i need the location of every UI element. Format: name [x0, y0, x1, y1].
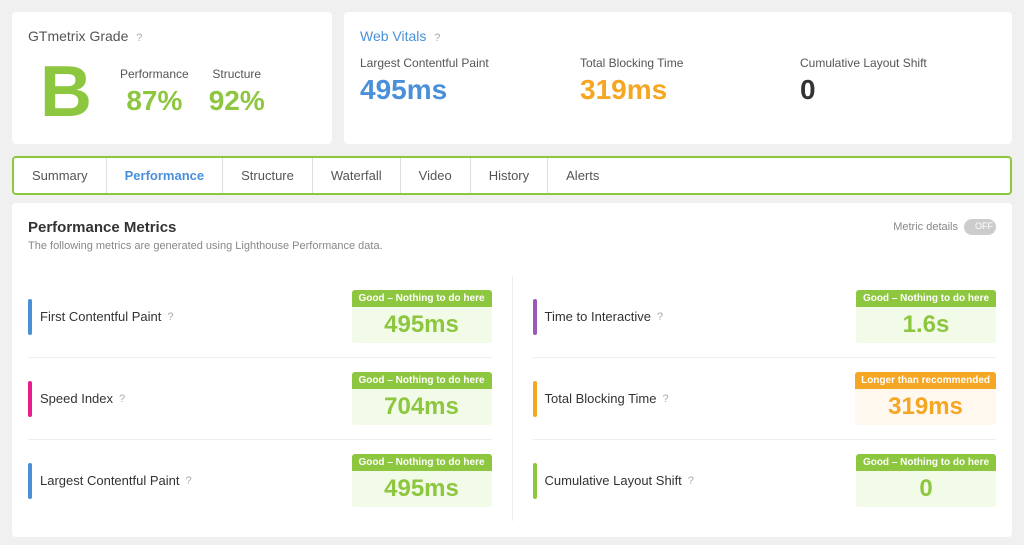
metric-left-group: Cumulative Layout Shift ? [533, 463, 694, 499]
metric-help-icon[interactable]: ? [688, 475, 694, 487]
metric-help-icon[interactable]: ? [663, 393, 669, 405]
metric-name: Total Blocking Time ? [545, 391, 669, 406]
metric-left-group: Time to Interactive ? [533, 299, 664, 335]
metric-bar [28, 299, 32, 335]
metric-name: Speed Index ? [40, 391, 125, 406]
metric-value: 495ms [352, 307, 492, 343]
section-subtitle: The following metrics are generated usin… [28, 240, 383, 252]
tab-waterfall[interactable]: Waterfall [313, 158, 401, 193]
vitals-section-title: Web Vitals ? [360, 28, 996, 44]
performance-label: Performance [120, 67, 189, 81]
lcp-label: Largest Contentful Paint [360, 56, 556, 70]
metric-value: 0 [856, 471, 996, 507]
tab-alerts[interactable]: Alerts [548, 158, 617, 193]
metric-row: Speed Index ? Good – Nothing to do here … [28, 358, 492, 440]
section-title: Performance Metrics [28, 219, 383, 236]
lcp-value: 495ms [360, 74, 556, 106]
tab-summary[interactable]: Summary [14, 158, 107, 193]
right-metrics-col: Time to Interactive ? Good – Nothing to … [512, 276, 997, 521]
performance-value: 87% [120, 85, 189, 117]
metric-value: 1.6s [856, 307, 996, 343]
metric-left-group: Total Blocking Time ? [533, 381, 669, 417]
metric-status-label: Good – Nothing to do here [352, 290, 492, 307]
cls-value: 0 [800, 74, 996, 106]
tab-history[interactable]: History [471, 158, 548, 193]
tab-performance[interactable]: Performance [107, 158, 223, 193]
metric-status-label: Good – Nothing to do here [352, 372, 492, 389]
metric-status-label: Good – Nothing to do here [856, 290, 996, 307]
metrics-grid: First Contentful Paint ? Good – Nothing … [28, 276, 996, 521]
tab-structure[interactable]: Structure [223, 158, 313, 193]
metric-value-box: Good – Nothing to do here 1.6s [856, 290, 996, 343]
metric-bar [533, 381, 537, 417]
metric-value-box: Longer than recommended 319ms [855, 372, 996, 425]
metric-name: Largest Contentful Paint ? [40, 473, 192, 488]
metric-row: Total Blocking Time ? Longer than recomm… [533, 358, 997, 440]
metric-details-label: Metric details [893, 221, 958, 233]
metric-toggle: Metric details [893, 219, 996, 235]
metric-name: Cumulative Layout Shift ? [545, 473, 694, 488]
metric-bar [28, 463, 32, 499]
metric-help-icon[interactable]: ? [119, 393, 125, 405]
vitals-help-icon[interactable]: ? [434, 32, 440, 44]
left-metrics-col: First Contentful Paint ? Good – Nothing … [28, 276, 492, 521]
toggle-switch[interactable] [964, 219, 996, 235]
tbt-label: Total Blocking Time [580, 56, 776, 70]
metric-bar [533, 299, 537, 335]
metric-bar [28, 381, 32, 417]
metric-value-box: Good – Nothing to do here 495ms [352, 290, 492, 343]
grade-help-icon[interactable]: ? [136, 32, 142, 44]
metric-help-icon[interactable]: ? [185, 475, 191, 487]
structure-value: 92% [209, 85, 265, 117]
cls-label: Cumulative Layout Shift [800, 56, 996, 70]
metric-name: First Contentful Paint ? [40, 309, 174, 324]
performance-content: Performance Metrics The following metric… [12, 203, 1012, 537]
metric-status-label: Good – Nothing to do here [352, 454, 492, 471]
metric-value: 704ms [352, 389, 492, 425]
metric-bar [533, 463, 537, 499]
metric-row: Time to Interactive ? Good – Nothing to … [533, 276, 997, 358]
metric-status-label: Longer than recommended [855, 372, 996, 389]
metric-left-group: Speed Index ? [28, 381, 125, 417]
metric-value: 495ms [352, 471, 492, 507]
grade-section-title: GTmetrix Grade ? [28, 28, 265, 44]
metric-row: First Contentful Paint ? Good – Nothing … [28, 276, 492, 358]
metric-value: 319ms [855, 389, 996, 425]
metric-help-icon[interactable]: ? [167, 311, 173, 323]
metric-value-box: Good – Nothing to do here 704ms [352, 372, 492, 425]
metric-left-group: First Contentful Paint ? [28, 299, 174, 335]
tabs-container: SummaryPerformanceStructureWaterfallVide… [12, 156, 1012, 195]
grade-letter: B [28, 56, 104, 128]
metric-help-icon[interactable]: ? [657, 311, 663, 323]
metric-name: Time to Interactive ? [545, 309, 664, 324]
metric-status-label: Good – Nothing to do here [856, 454, 996, 471]
tab-video[interactable]: Video [401, 158, 471, 193]
metric-value-box: Good – Nothing to do here 495ms [352, 454, 492, 507]
tbt-value: 319ms [580, 74, 776, 106]
metric-value-box: Good – Nothing to do here 0 [856, 454, 996, 507]
structure-label: Structure [209, 67, 265, 81]
tabs-nav: SummaryPerformanceStructureWaterfallVide… [12, 156, 1012, 195]
metric-left-group: Largest Contentful Paint ? [28, 463, 192, 499]
